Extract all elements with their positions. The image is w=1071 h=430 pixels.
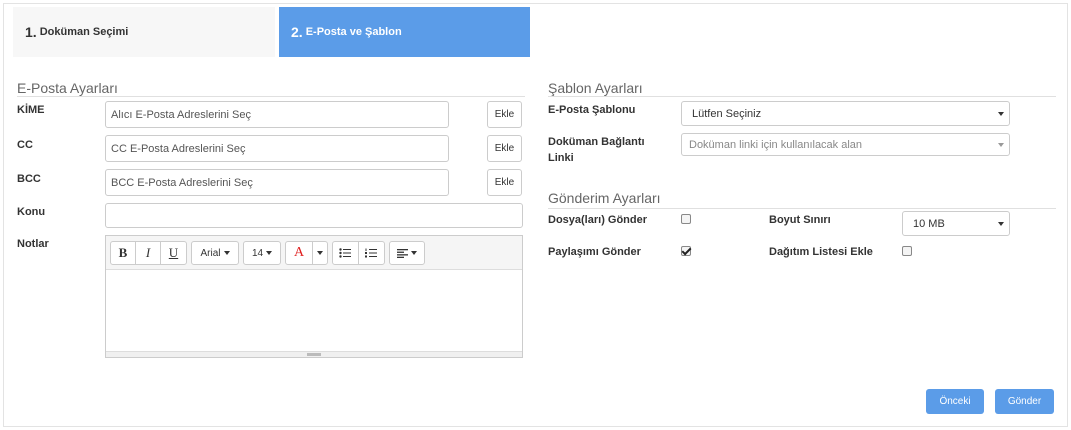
tab-document-selection[interactable]: 1. Doküman Seçimi [13,7,275,57]
add-bcc-button[interactable]: Ekle [487,169,522,196]
size-limit-select[interactable]: 10 MB [902,211,1010,236]
to-label: KİME [17,104,45,116]
bold-button[interactable]: B [111,242,136,264]
font-family-value: Arial [200,247,221,259]
send-settings-title: Gönderim Ayarları [548,190,661,206]
section-divider [548,96,1056,97]
underline-button[interactable]: U [161,242,186,264]
chevron-down-icon [998,143,1004,147]
resize-grip-icon [307,353,321,356]
numbered-list-button[interactable] [359,242,384,264]
align-dropdown[interactable] [389,241,425,265]
notes-content[interactable] [106,270,522,352]
send-button[interactable]: Gönder [995,389,1054,414]
tab-number: 2. [291,24,303,40]
previous-button[interactable]: Önceki [926,389,984,414]
doc-link-label: Doküman Bağlantı Linki [548,136,645,164]
send-files-checkbox[interactable] [681,214,691,224]
chevron-down-icon [411,251,417,255]
font-color-group: A [285,241,328,265]
editor-resize-handle[interactable] [106,351,522,357]
tab-label: Doküman Seçimi [39,26,129,38]
tab-label: E-Posta ve Şablon [305,26,402,38]
notes-label: Notlar [17,238,49,250]
template-settings-title: Şablon Ayarları [548,80,643,96]
template-selected: Lütfen Seçiniz [692,107,762,120]
bcc-label: BCC [17,173,41,185]
cc-input[interactable] [105,135,449,162]
add-to-button[interactable]: Ekle [487,101,522,128]
italic-button[interactable]: I [136,242,161,264]
font-size-dropdown[interactable]: 14 [243,241,281,265]
chevron-down-icon [266,251,273,255]
font-size-value: 14 [251,247,264,259]
cc-label: CC [17,139,33,151]
send-files-label: Dosya(ları) Gönder [548,214,648,226]
section-divider [17,96,525,97]
text-style-group: B I U [110,241,187,265]
add-dist-list-checkbox[interactable] [902,246,912,256]
editor-toolbar: B I U Arial 14 A [106,236,522,270]
chevron-down-icon [998,222,1004,226]
doc-link-select[interactable]: Doküman linki için kullanılacak alan [681,133,1010,156]
email-settings-title: E-Posta Ayarları [17,80,118,96]
template-label: E-Posta Şablonu [548,104,636,116]
font-color-dropdown[interactable] [313,242,327,264]
chevron-down-icon [223,251,230,255]
bullet-list-icon [339,248,352,258]
tab-number: 1. [25,24,37,40]
add-dist-list-label: Dağıtım Listesi Ekle [769,246,873,258]
send-share-label: Paylaşımı Gönder [548,246,641,258]
bcc-input[interactable] [105,169,449,196]
chevron-down-icon [998,112,1004,116]
section-divider [548,208,1056,209]
align-left-icon [397,248,408,258]
font-family-dropdown[interactable]: Arial [191,241,239,265]
list-group [332,241,385,265]
template-select[interactable]: Lütfen Seçiniz [681,101,1010,126]
subject-label: Konu [17,206,46,218]
bullet-list-button[interactable] [333,242,359,264]
subject-input[interactable] [105,203,523,228]
size-limit-selected: 10 MB [913,217,945,230]
add-cc-button[interactable]: Ekle [487,135,522,162]
tab-email-template[interactable]: 2. E-Posta ve Şablon [279,7,530,57]
font-color-button[interactable]: A [286,242,313,264]
chevron-down-icon [317,251,323,255]
notes-editor: B I U Arial 14 A [105,235,523,358]
size-limit-label: Boyut Sınırı [769,214,831,226]
doc-link-placeholder: Doküman linki için kullanılacak alan [689,138,863,151]
numbered-list-icon [365,248,378,258]
send-share-checkbox[interactable] [681,246,691,256]
to-input[interactable] [105,101,449,128]
